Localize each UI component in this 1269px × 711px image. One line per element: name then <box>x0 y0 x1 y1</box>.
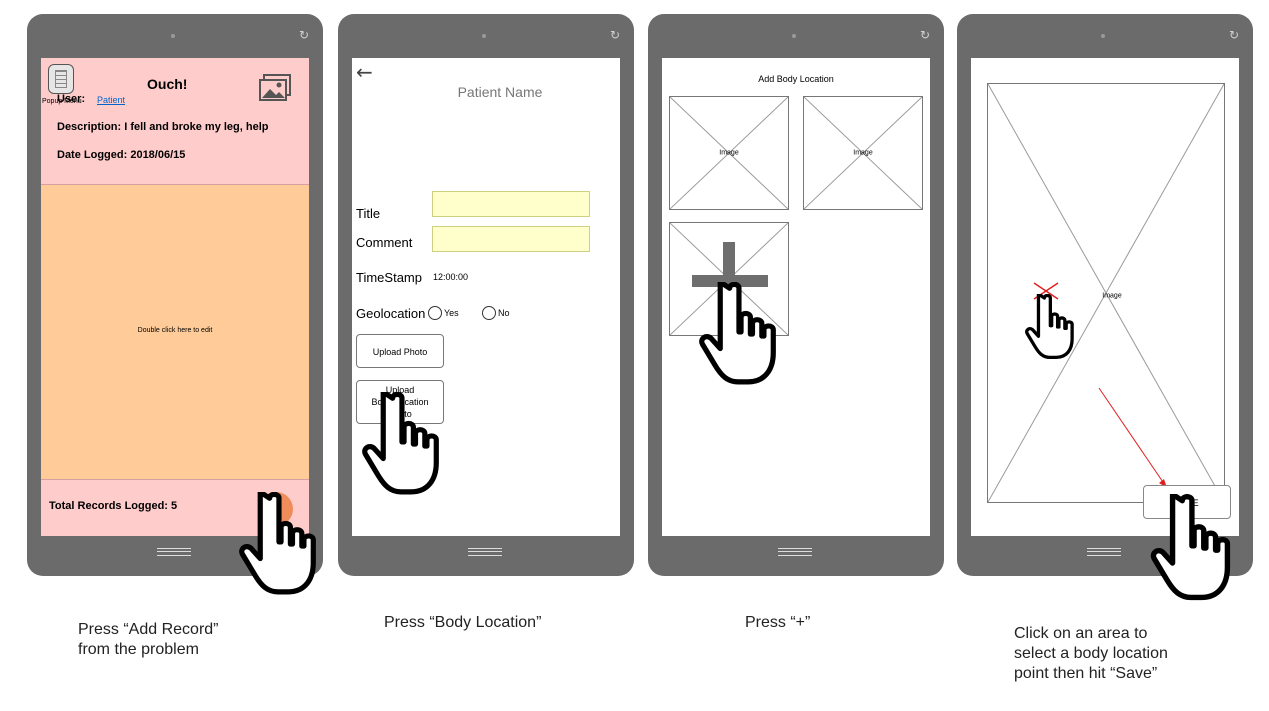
caption-step-2: Press “Body Location” <box>384 614 542 631</box>
image-label: Image <box>719 149 739 157</box>
title-label: Title <box>356 206 381 221</box>
camera-dot <box>171 34 175 38</box>
rotate-icon: ↻ <box>609 28 620 42</box>
patient-link[interactable]: Patient <box>97 95 125 105</box>
user-label: User: <box>57 93 86 105</box>
geolocation-yes-label: Yes <box>444 308 459 318</box>
problem-title: Ouch! <box>147 76 188 92</box>
add-body-location-heading: Add Body Location <box>758 74 834 84</box>
date-logged: Date Logged: 2018/06/15 <box>57 149 186 161</box>
pointer-hand-icon <box>238 492 322 596</box>
camera-dot <box>482 34 486 38</box>
comment-input[interactable] <box>432 226 590 252</box>
camera-dot <box>792 34 796 38</box>
body-location-image[interactable]: Image <box>987 83 1225 503</box>
caption-line: select a body location <box>1014 645 1168 662</box>
timestamp-label: TimeStamp <box>356 270 422 285</box>
caption-step-4: Click on an area to select a body locati… <box>1014 624 1168 684</box>
caption-line: from the problem <box>78 641 199 658</box>
rotate-icon: ↻ <box>919 28 930 42</box>
image-label: Image <box>853 149 873 157</box>
timestamp-value: 12:00:00 <box>433 272 469 282</box>
comment-label: Comment <box>356 235 413 250</box>
caption-step-3: Press “+” <box>745 614 811 631</box>
rotate-icon: ↻ <box>1228 28 1239 42</box>
geolocation-no-radio[interactable] <box>482 306 496 320</box>
problem-description: Description: I fell and broke my leg, he… <box>57 121 269 133</box>
pointer-hand-icon <box>1150 494 1236 602</box>
title-input[interactable] <box>432 191 590 217</box>
upload-photo-button[interactable]: Upload Photo <box>356 334 444 368</box>
patient-name: Patient Name <box>457 84 543 100</box>
rotate-icon: ↻ <box>298 28 309 42</box>
body-image-1[interactable]: Image <box>669 96 789 210</box>
home-icon[interactable] <box>468 548 502 556</box>
caption-step-1: Press “Add Record” from the problem <box>78 620 219 660</box>
home-icon[interactable] <box>1087 548 1121 556</box>
pointer-hand-icon <box>692 282 788 386</box>
back-arrow-icon[interactable]: ← <box>356 60 373 84</box>
home-icon[interactable] <box>778 548 812 556</box>
caption-line: point then hit “Save” <box>1014 665 1158 682</box>
total-records: Total Records Logged: 5 <box>49 500 178 512</box>
home-icon[interactable] <box>157 548 191 556</box>
records-area[interactable]: Double click here to edit <box>41 185 309 480</box>
gallery-icon[interactable] <box>258 74 292 102</box>
caption-line: Press “Add Record” <box>78 621 219 638</box>
body-image-2[interactable]: Image <box>803 96 923 210</box>
edit-hint: Double click here to edit <box>137 327 213 334</box>
geolocation-label: Geolocation <box>356 306 426 321</box>
geolocation-yes-radio[interactable] <box>428 306 442 320</box>
popup-menu-icon[interactable] <box>48 64 74 94</box>
pointer-hand-icon <box>358 392 448 496</box>
select-body-point-screen: Image <box>971 58 1239 536</box>
geolocation-no-label: No <box>498 308 510 318</box>
caption-line: Click on an area to <box>1014 625 1148 642</box>
pointer-hand-icon <box>1020 294 1082 360</box>
camera-dot <box>1101 34 1105 38</box>
problem-screen: Popup Menu User: Patient Ouch! Descripti… <box>41 58 309 536</box>
problem-header: Popup Menu User: Patient Ouch! Descripti… <box>41 58 309 185</box>
